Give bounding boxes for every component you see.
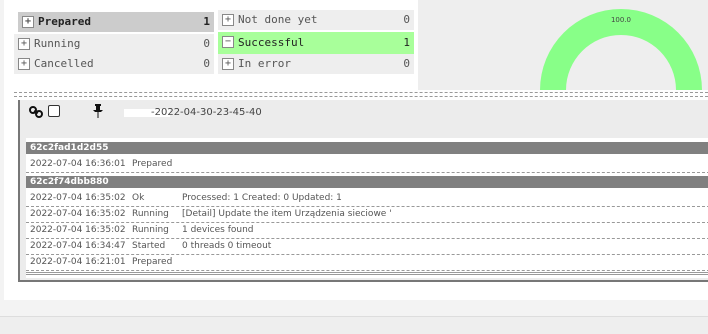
filter-label: Running xyxy=(34,37,81,50)
pin-icon[interactable] xyxy=(92,104,104,118)
filter-label: In error xyxy=(238,57,291,70)
gauge-value: 100.0 xyxy=(611,16,631,24)
job-group-header[interactable]: 62c2fad1d2d55 xyxy=(26,142,708,154)
log-row: 2022-07-04 16:36:01 Prepared xyxy=(26,156,708,173)
filter-count: 0 xyxy=(203,37,210,50)
filter-count: 1 xyxy=(203,15,210,28)
success-gauge: 100.0 xyxy=(540,9,702,90)
footer-strip xyxy=(0,316,708,334)
log-row: 2022-07-04 16:35:02 Ok Processed: 1 Crea… xyxy=(26,190,708,207)
expand-icon: + xyxy=(22,16,34,28)
log-message: Processed: 1 Created: 0 Updated: 1 xyxy=(182,193,342,203)
expand-icon: + xyxy=(222,14,234,26)
task-log: 62c2fad1d2d55 2022-07-04 16:36:01 Prepar… xyxy=(26,138,708,278)
log-state: Running xyxy=(132,225,169,235)
log-end-divider xyxy=(26,272,708,275)
filter-not-done-yet[interactable]: + Not done yet 0 xyxy=(218,10,414,30)
task-header: -2022-04-30-23-45-40 xyxy=(20,100,708,136)
filter-count: 1 xyxy=(403,36,410,49)
log-message: [Detail] Update the item Urządzenia siec… xyxy=(182,209,392,219)
divider xyxy=(14,92,708,93)
gauge-panel: 100.0 xyxy=(418,0,708,90)
link-icon[interactable] xyxy=(29,105,43,119)
log-state: Ok xyxy=(132,193,145,203)
log-row: 2022-07-04 16:21:01 Prepared xyxy=(26,254,708,271)
task-title: -2022-04-30-23-45-40 xyxy=(151,107,262,118)
log-state: Started xyxy=(132,241,166,251)
log-date: 2022-07-04 16:35:02 xyxy=(30,225,126,235)
filter-count: 0 xyxy=(403,57,410,70)
divider xyxy=(14,96,708,97)
select-checkbox[interactable] xyxy=(48,105,60,117)
task-panel: -2022-04-30-23-45-40 62c2fad1d2d55 2022-… xyxy=(18,100,708,282)
log-date: 2022-07-04 16:34:47 xyxy=(30,241,126,251)
log-date: 2022-07-04 16:36:01 xyxy=(30,159,126,169)
log-row: 2022-07-04 16:35:02 Running 1 devices fo… xyxy=(26,222,708,239)
log-row: 2022-07-04 16:34:47 Started 0 threads 0 … xyxy=(26,238,708,255)
filter-in-error[interactable]: + In error 0 xyxy=(218,54,414,74)
log-message: 1 devices found xyxy=(182,225,254,235)
log-state: Prepared xyxy=(132,257,173,267)
filter-label: Cancelled xyxy=(34,57,94,70)
log-state: Running xyxy=(132,209,169,219)
log-state: Prepared xyxy=(132,159,173,169)
log-row: 2022-07-04 16:35:02 Running [Detail] Upd… xyxy=(26,206,708,223)
log-date: 2022-07-04 16:35:02 xyxy=(30,193,126,203)
expand-icon: + xyxy=(222,58,234,70)
filter-successful[interactable]: − Successful 1 xyxy=(218,32,414,54)
log-date: 2022-07-04 16:21:01 xyxy=(30,257,126,267)
expand-icon: + xyxy=(18,58,30,70)
filter-prepared[interactable]: + Prepared 1 xyxy=(18,12,214,32)
filter-running[interactable]: + Running 0 xyxy=(14,34,214,54)
job-group-header[interactable]: 62c2f74dbb880 xyxy=(26,176,708,188)
filter-cancelled[interactable]: + Cancelled 0 xyxy=(14,54,214,74)
status-filter-area: + Prepared 1 + Not done yet 0 + Running … xyxy=(14,8,414,78)
expand-icon: + xyxy=(18,38,30,50)
filter-label: Prepared xyxy=(38,15,91,28)
filter-count: 0 xyxy=(203,57,210,70)
log-message: 0 threads 0 timeout xyxy=(182,241,272,251)
filter-label: Successful xyxy=(238,36,305,49)
collapse-icon: − xyxy=(222,36,234,48)
filter-label: Not done yet xyxy=(238,13,318,26)
log-date: 2022-07-04 16:35:02 xyxy=(30,209,126,219)
filter-count: 0 xyxy=(403,13,410,26)
